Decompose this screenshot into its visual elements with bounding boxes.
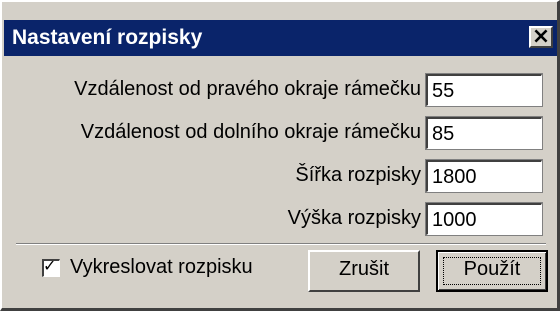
field-row-bottom-offset: Vzdálenost od dolního okraje rámečku 85 <box>2 116 557 150</box>
field-row-width: Šířka rozpisky 1800 <box>2 159 557 193</box>
close-icon: × <box>531 24 551 49</box>
right-offset-label: Vzdálenost od pravého okraje rámečku <box>74 78 421 100</box>
bottom-offset-label: Vzdálenost od dolního okraje rámečku <box>80 121 421 143</box>
apply-button[interactable]: Použít <box>436 250 548 292</box>
width-label: Šířka rozpisky <box>295 164 421 186</box>
title-bar[interactable]: Nastavení rozpisky × <box>4 20 557 56</box>
settings-dialog: Nastavení rozpisky × Vzdálenost od pravé… <box>0 0 560 311</box>
separator-line <box>16 243 546 245</box>
cancel-button[interactable]: Zrušit <box>308 250 420 292</box>
checkmark-icon: ✓ <box>43 256 57 275</box>
field-row-right-offset: Vzdálenost od pravého okraje rámečku 55 <box>2 73 557 107</box>
height-label: Výška rozpisky <box>287 207 421 229</box>
draw-title-block-checkbox[interactable]: ✓ <box>42 256 60 277</box>
right-offset-input[interactable]: 55 <box>425 73 543 107</box>
width-input[interactable]: 1800 <box>425 159 543 193</box>
dialog-title: Nastavení rozpisky <box>12 26 203 49</box>
field-row-height: Výška rozpisky 1000 <box>2 202 557 236</box>
focus-rectangle <box>443 257 541 285</box>
bottom-offset-input[interactable]: 85 <box>425 116 543 150</box>
draw-title-block-label[interactable]: Vykreslovat rozpisku <box>70 256 253 279</box>
height-input[interactable]: 1000 <box>425 202 543 236</box>
close-button[interactable]: × <box>529 24 553 49</box>
